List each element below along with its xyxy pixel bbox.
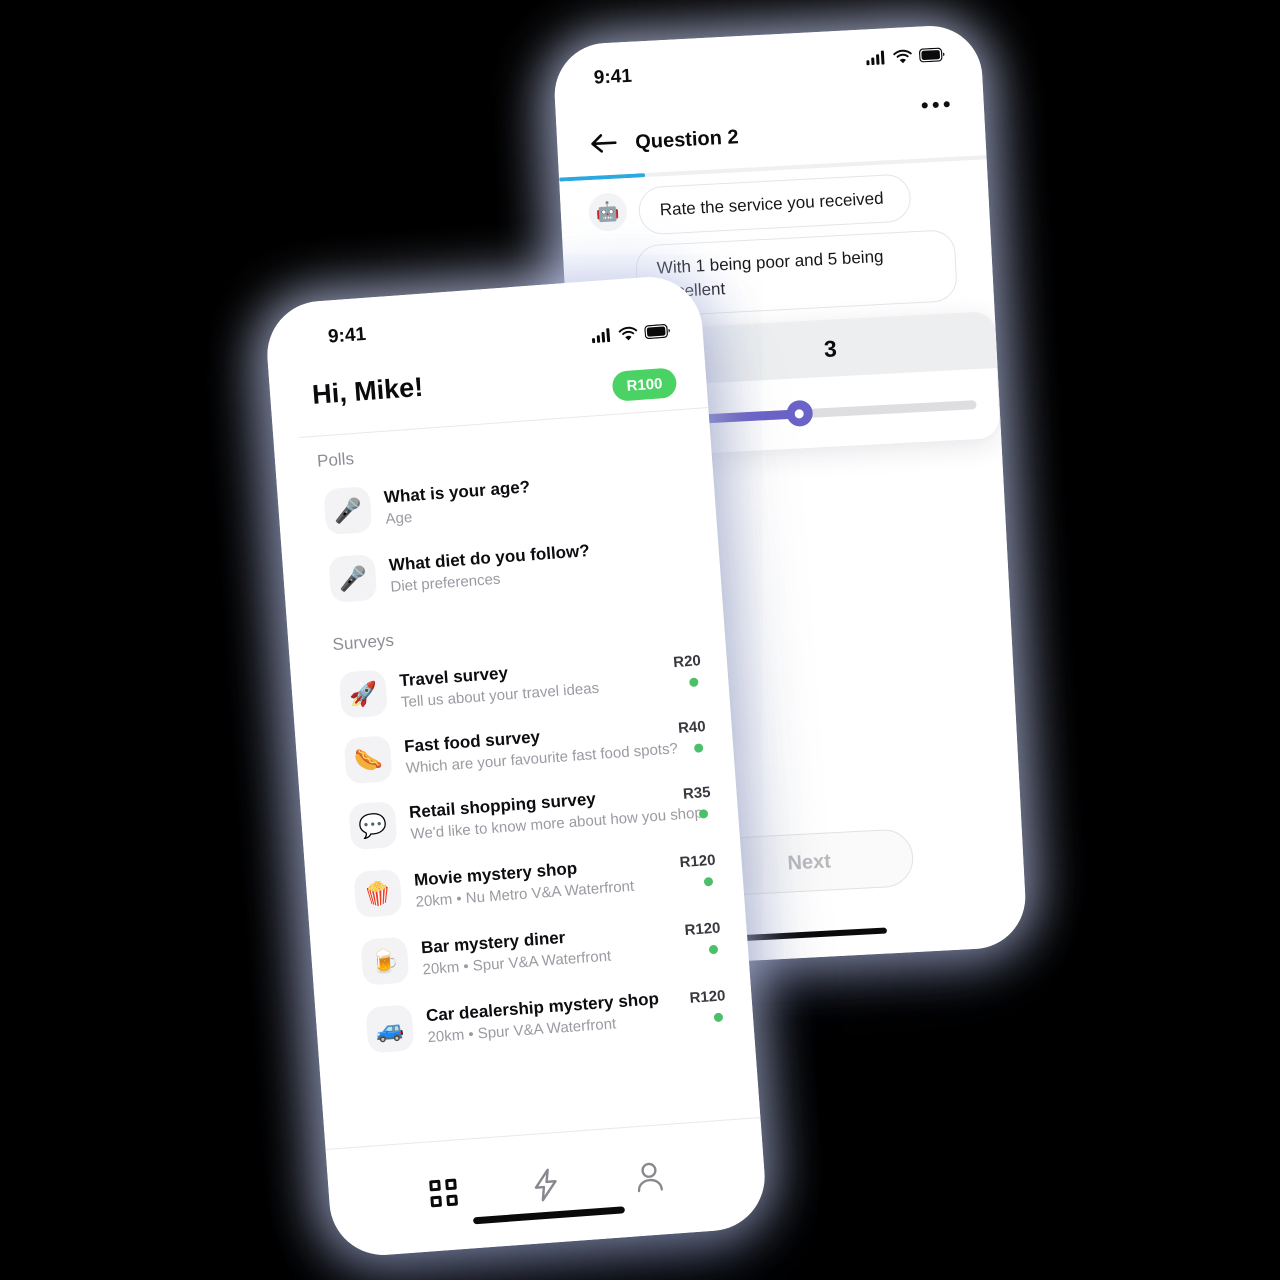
home-indicator — [738, 927, 888, 942]
list-item-text: Retail shopping survey We'd like to know… — [408, 783, 703, 843]
list-item-text: Travel survey Tell us about your travel … — [399, 652, 668, 711]
list-item-meta: R35 — [674, 784, 712, 821]
rocket-icon: 🚀 — [338, 669, 388, 719]
list-item-meta: R20 — [665, 652, 703, 689]
list-item-poll[interactable]: 🎤 What diet do you follow? Diet preferen… — [282, 529, 720, 607]
balance-badge[interactable]: R100 — [611, 367, 678, 402]
list-item-survey[interactable]: 🍺 Bar mystery diner 20km • Spur V&A Wate… — [310, 912, 748, 990]
page-title: Question 2 — [634, 126, 740, 154]
popcorn-icon: 🍿 — [353, 868, 403, 919]
back-nav-bar: Question 2 — [556, 97, 986, 175]
car-icon: 🚙 — [365, 1004, 415, 1054]
bottom-tab-bar — [327, 1133, 767, 1237]
status-dot — [713, 1012, 724, 1023]
list-item-poll[interactable]: 🎤 What is your age? Age — [277, 461, 715, 539]
microphone-icon: 🎤 — [323, 486, 373, 536]
screenshot-stage: 9:41 Question 2 🤖 Rate the service you r… — [0, 0, 1280, 1280]
tab-profile[interactable] — [633, 1160, 665, 1194]
section-label-polls: Polls — [316, 449, 355, 471]
list-item-survey[interactable]: 🚀 Travel survey Tell us about your trave… — [291, 644, 729, 722]
grid-icon — [428, 1178, 458, 1207]
status-dot — [703, 876, 714, 887]
list-item-text: Movie mystery shop 20km • Nu Metro V&A W… — [413, 852, 673, 911]
list-item-survey[interactable]: 💬 Retail shopping survey We'd like to kn… — [300, 776, 738, 854]
status-time: 9:41 — [593, 65, 633, 89]
list-item-text: Bar mystery diner 20km • Spur V&A Waterf… — [420, 920, 678, 978]
reward-amount: R120 — [684, 919, 722, 940]
list-item-survey[interactable]: 🚙 Car dealership mystery shop 20km • Spu… — [315, 979, 753, 1057]
signal-bars-icon — [866, 50, 885, 66]
hotdog-icon: 🌭 — [343, 735, 393, 785]
page-title: Hi, Mike! — [311, 371, 425, 410]
rating-slider-knob[interactable] — [785, 399, 814, 428]
battery-icon — [644, 324, 670, 340]
tab-home[interactable] — [428, 1178, 458, 1207]
list-item-text: Fast food survey Which are your favourit… — [404, 718, 679, 777]
person-icon — [637, 1162, 663, 1193]
wifi-icon — [618, 326, 638, 341]
chat-bubble-question: Rate the service you received — [637, 173, 912, 236]
list-item-text: Car dealership mystery shop 20km • Spur … — [425, 988, 683, 1046]
reward-amount: R120 — [689, 987, 727, 1007]
back-arrow-icon[interactable] — [589, 131, 618, 156]
status-dot — [698, 809, 709, 819]
status-dot — [693, 743, 704, 753]
speech-balloon-icon: 💬 — [348, 801, 398, 851]
header-divider — [299, 406, 709, 438]
reward-amount: R20 — [672, 652, 702, 672]
signal-bars-icon — [591, 328, 611, 344]
bot-avatar: 🤖 — [587, 192, 628, 233]
list-item-meta: R40 — [670, 718, 708, 755]
reward-amount: R40 — [677, 718, 707, 738]
microphone-icon: 🎤 — [328, 553, 378, 604]
status-time: 9:41 — [327, 323, 367, 348]
list-item-meta: R120 — [676, 919, 722, 956]
battery-icon — [918, 47, 945, 63]
list-item-survey[interactable]: 🍿 Movie mystery shop 20km • Nu Metro V&A… — [305, 844, 743, 922]
wifi-icon — [893, 49, 912, 64]
reward-amount: R35 — [682, 783, 712, 803]
front-phone-screen: 9:41 Hi, Mike! R100 Polls 🎤 What is your… — [263, 273, 769, 1259]
beer-mug-icon: 🍺 — [360, 936, 410, 986]
list-item-text: What diet do you follow? Diet preference… — [388, 534, 690, 596]
front-phone: 9:41 Hi, Mike! R100 Polls 🎤 What is your… — [263, 273, 769, 1259]
section-label-surveys: Surveys — [331, 630, 395, 655]
list-item-survey[interactable]: 🌭 Fast food survey Which are your favour… — [296, 710, 734, 788]
rating-slider-track[interactable] — [690, 399, 977, 428]
status-icons — [866, 47, 946, 66]
reward-amount: R120 — [679, 851, 717, 872]
list-item-meta: R120 — [681, 987, 727, 1024]
chat-bubble-text: Rate the service you received — [659, 188, 884, 220]
list-item-meta: R120 — [671, 852, 717, 889]
lightning-bolt-icon — [534, 1168, 557, 1202]
status-dot — [689, 677, 699, 688]
tab-activity[interactable] — [529, 1167, 561, 1203]
status-dot — [708, 944, 719, 955]
status-icons — [591, 324, 671, 344]
list-item-text: What is your age? Age — [383, 466, 685, 528]
more-options-icon[interactable] — [921, 101, 950, 109]
